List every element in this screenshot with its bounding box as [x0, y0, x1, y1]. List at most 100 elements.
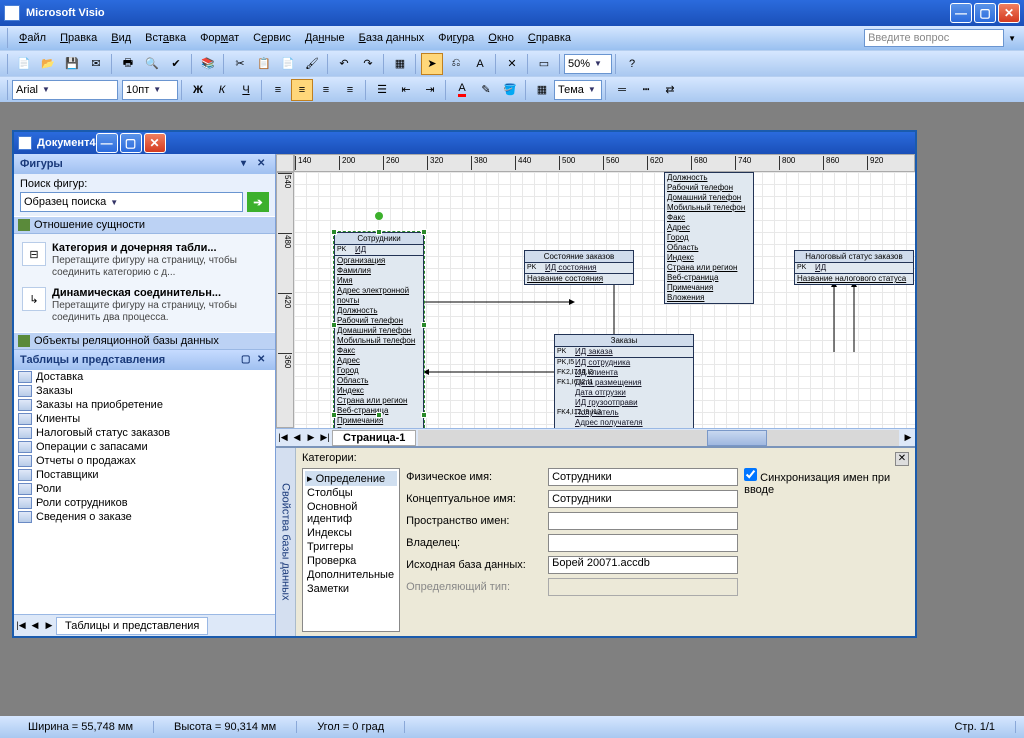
table-item[interactable]: Отчеты о продажах: [14, 454, 275, 468]
print-button[interactable]: 🖶: [117, 53, 139, 75]
stencil-entity-rel[interactable]: Отношение сущности: [14, 216, 275, 234]
doc-maximize-button[interactable]: ▢: [120, 133, 142, 153]
mail-button[interactable]: ✉: [85, 53, 107, 75]
menu-file[interactable]: Файл: [12, 29, 53, 47]
fill-color-button[interactable]: 🪣: [499, 79, 521, 101]
menu-edit[interactable]: Правка: [53, 29, 104, 47]
shapes-window-button[interactable]: ▦: [389, 53, 411, 75]
entity-shape[interactable]: Налоговый статус заказовPKИДНазвание нал…: [794, 250, 914, 285]
zoom-combo[interactable]: 50%▼: [564, 54, 612, 74]
close-button[interactable]: ✕: [998, 3, 1020, 23]
menu-insert[interactable]: Вставка: [138, 29, 193, 47]
table-item[interactable]: Поставщики: [14, 468, 275, 482]
shape-search-input[interactable]: Образец поиска▼: [20, 192, 243, 212]
table-item[interactable]: Роли: [14, 482, 275, 496]
tables-menu-icon[interactable]: ▢: [241, 354, 253, 366]
menu-database[interactable]: База данных: [352, 29, 432, 47]
page-first[interactable]: |◀: [276, 432, 290, 443]
entity-shape[interactable]: СотрудникиPKИДОрганизацияФамилияИмяАдрес…: [334, 232, 424, 428]
align-center-button[interactable]: ≡: [291, 79, 313, 101]
doc-minimize-button[interactable]: —: [96, 133, 118, 153]
pointer-tool[interactable]: ➤: [421, 53, 443, 75]
ns-input[interactable]: [548, 512, 738, 530]
category-list[interactable]: ▸ ОпределениеСтолбцыОсновной идентифИнде…: [302, 468, 400, 632]
sync-checkbox[interactable]: Синхронизация имен при вводе: [744, 472, 890, 496]
table-item[interactable]: Заказы на приобретение: [14, 398, 275, 412]
page-tab-1[interactable]: Страница-1: [332, 430, 416, 446]
entity-shape[interactable]: Состояние заказовPKИД состоянияНазвание …: [524, 250, 634, 285]
connection-point-tool[interactable]: ✕: [501, 53, 523, 75]
table-item[interactable]: Роли сотрудников: [14, 496, 275, 510]
db-panel-close[interactable]: ✕: [895, 452, 909, 466]
tab-prev[interactable]: ◀: [28, 620, 42, 631]
open-button[interactable]: 📂: [37, 53, 59, 75]
menu-tools[interactable]: Сервис: [246, 29, 298, 47]
research-button[interactable]: 📚: [197, 53, 219, 75]
shape-category-child[interactable]: ⊟ Категория и дочерняя табли...Перетащит…: [18, 238, 271, 283]
redo-button[interactable]: ↷: [357, 53, 379, 75]
tables-close-icon[interactable]: ✕: [257, 354, 269, 366]
cut-button[interactable]: ✂: [229, 53, 251, 75]
shape-dynamic-connector[interactable]: ↳ Динамическая соединительн...Перетащите…: [18, 283, 271, 328]
theme-combo[interactable]: Тема▼: [554, 80, 602, 100]
text-tool[interactable]: A: [469, 53, 491, 75]
font-combo[interactable]: Arial▼: [12, 80, 118, 100]
shadow-button[interactable]: ▦: [531, 79, 553, 101]
fontsize-combo[interactable]: 10пт▼: [122, 80, 178, 100]
help-button[interactable]: ?: [621, 53, 643, 75]
db-side-tab[interactable]: Свойства базы данных: [276, 448, 296, 636]
minimize-button[interactable]: —: [950, 3, 972, 23]
bullets-button[interactable]: ☰: [371, 79, 393, 101]
panel-close-icon[interactable]: ✕: [257, 158, 269, 170]
preview-button[interactable]: 🔍: [141, 53, 163, 75]
format-painter-button[interactable]: 🖌: [301, 53, 323, 75]
table-item[interactable]: Операции с запасами: [14, 440, 275, 454]
menu-help[interactable]: Справка: [521, 29, 578, 47]
doc-close-button[interactable]: ✕: [144, 133, 166, 153]
line-ends-button[interactable]: ⇄: [659, 79, 681, 101]
conc-name-input[interactable]: [548, 490, 738, 508]
italic-button[interactable]: К: [211, 79, 233, 101]
panel-menu-icon[interactable]: ▾: [241, 158, 253, 170]
save-button[interactable]: 💾: [61, 53, 83, 75]
underline-button[interactable]: Ч: [235, 79, 257, 101]
line-pattern-button[interactable]: ┅: [635, 79, 657, 101]
justify-button[interactable]: ≡: [339, 79, 361, 101]
align-right-button[interactable]: ≡: [315, 79, 337, 101]
drawing-tool[interactable]: ▭: [533, 53, 555, 75]
owner-input[interactable]: [548, 534, 738, 552]
increase-indent-button[interactable]: ⇥: [419, 79, 441, 101]
font-color-button[interactable]: A: [451, 79, 473, 101]
line-color-button[interactable]: ✎: [475, 79, 497, 101]
page-next[interactable]: ▶: [304, 432, 318, 443]
menu-window[interactable]: Окно: [481, 29, 521, 47]
tab-next[interactable]: ▶: [42, 620, 56, 631]
entity-shape[interactable]: ДолжностьРабочий телефонДомашний телефон…: [664, 172, 754, 304]
entity-shape[interactable]: ЗаказыPKИД заказаPK,I5ИД сотрудникаFK2,I…: [554, 334, 694, 428]
new-button[interactable]: 📄: [13, 53, 35, 75]
page-prev[interactable]: ◀: [290, 432, 304, 443]
phys-name-input[interactable]: [548, 468, 738, 486]
table-item[interactable]: Заказы: [14, 384, 275, 398]
table-item[interactable]: Доставка: [14, 370, 275, 384]
table-item[interactable]: Налоговый статус заказов: [14, 426, 275, 440]
decrease-indent-button[interactable]: ⇤: [395, 79, 417, 101]
h-scrollbar[interactable]: [418, 430, 899, 446]
connector-tool[interactable]: ⎌: [445, 53, 467, 75]
menu-view[interactable]: Вид: [104, 29, 138, 47]
scroll-right[interactable]: ▶: [901, 432, 915, 443]
align-left-button[interactable]: ≡: [267, 79, 289, 101]
menu-shape[interactable]: Фигура: [431, 29, 481, 47]
help-search-input[interactable]: [864, 29, 1004, 47]
table-item[interactable]: Сведения о заказе: [14, 510, 275, 524]
drawing-canvas[interactable]: СотрудникиPKИДОрганизацияФамилияИмяАдрес…: [294, 172, 915, 428]
copy-button[interactable]: 📋: [253, 53, 275, 75]
page-last[interactable]: ▶|: [318, 432, 332, 443]
line-weight-button[interactable]: ═: [611, 79, 633, 101]
paste-button[interactable]: 📄: [277, 53, 299, 75]
stencil-relational-db[interactable]: Объекты реляционной базы данных: [14, 332, 275, 350]
tab-first[interactable]: |◀: [14, 620, 28, 631]
maximize-button[interactable]: ▢: [974, 3, 996, 23]
menu-format[interactable]: Формат: [193, 29, 246, 47]
search-go-button[interactable]: ➔: [247, 192, 269, 212]
